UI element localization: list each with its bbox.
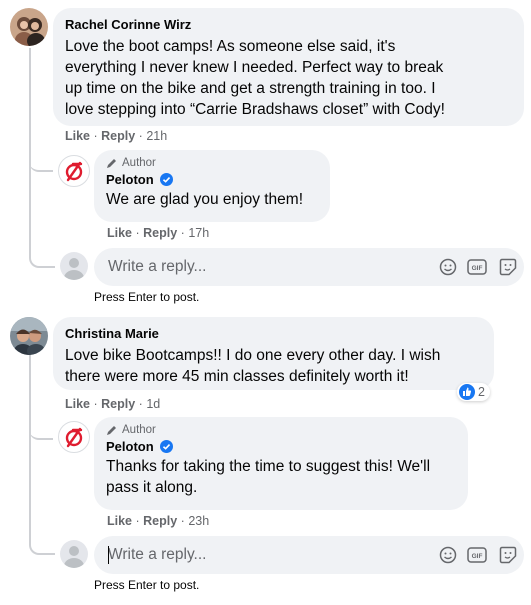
reaction-count[interactable]: 2 <box>457 383 490 401</box>
reply-button[interactable]: Reply <box>143 514 177 528</box>
comment-text: Love the boot camps! As someone else sai… <box>65 38 445 118</box>
svg-text:GIF: GIF <box>472 265 483 272</box>
press-enter-hint: Press Enter to post. <box>94 578 200 592</box>
sticker-icon[interactable] <box>492 546 524 564</box>
user-avatar <box>60 252 88 280</box>
comment-author[interactable]: Christina Marie <box>65 326 482 342</box>
reply-button[interactable]: Reply <box>101 397 135 411</box>
thumbs-up-icon <box>459 384 475 400</box>
sticker-icon[interactable] <box>492 258 524 276</box>
comment-bubble: Rachel Corinne Wirz Love the boot camps!… <box>53 8 524 126</box>
reply-bubble: Author Peloton We are glad you enjoy the… <box>94 150 330 222</box>
reply-input[interactable]: Write a reply... <box>94 546 434 564</box>
comment-actions: Like · Reply · 21h <box>65 129 168 143</box>
thread-connector <box>29 150 53 172</box>
emoji-icon[interactable] <box>434 546 462 564</box>
verified-icon <box>160 440 174 453</box>
peloton-logo-icon <box>65 427 83 448</box>
reply-actions: Like · Reply · 17h <box>107 226 210 240</box>
peloton-avatar[interactable] <box>58 421 90 453</box>
pencil-icon <box>107 426 116 435</box>
author-badge: Author <box>106 424 456 436</box>
pencil-icon <box>107 159 116 168</box>
avatar[interactable] <box>10 317 48 355</box>
press-enter-hint: Press Enter to post. <box>94 290 200 304</box>
timestamp[interactable]: 23h <box>188 514 209 528</box>
reply-bubble: Author Peloton Thanks for taking the tim… <box>94 417 468 510</box>
comment-bubble: Christina Marie Love bike Bootcamps!! I … <box>53 317 494 390</box>
reply-author[interactable]: Peloton <box>106 172 154 187</box>
peloton-logo-icon <box>65 161 83 182</box>
svg-text:GIF: GIF <box>472 553 483 560</box>
author-badge: Author <box>106 157 318 169</box>
timestamp[interactable]: 1d <box>146 397 160 411</box>
avatar[interactable] <box>10 8 48 46</box>
reply-actions: Like · Reply · 23h <box>107 514 210 528</box>
like-button[interactable]: Like <box>65 397 90 411</box>
reply-button[interactable]: Reply <box>101 129 135 143</box>
emoji-icon[interactable] <box>434 258 462 276</box>
thread-connector <box>29 420 53 440</box>
reply-input-box[interactable]: Write a reply... GIF <box>94 536 524 574</box>
thread-connector <box>29 535 55 555</box>
gif-icon[interactable]: GIF <box>462 547 492 563</box>
comment-actions: Like · Reply · 1d <box>65 397 161 411</box>
reply-text: Thanks for taking the time to suggest th… <box>106 458 431 496</box>
thread-line <box>29 355 31 540</box>
reply-input[interactable]: Write a reply... <box>94 258 434 276</box>
timestamp[interactable]: 17h <box>188 226 209 240</box>
comment-author[interactable]: Rachel Corinne Wirz <box>65 17 512 33</box>
thread-connector <box>29 248 55 268</box>
peloton-avatar[interactable] <box>58 155 90 187</box>
comment-text: Love bike Bootcamps!! I do one every oth… <box>65 347 441 385</box>
gif-icon[interactable]: GIF <box>462 259 492 275</box>
user-avatar <box>60 540 88 568</box>
like-button[interactable]: Like <box>65 129 90 143</box>
reply-button[interactable]: Reply <box>143 226 177 240</box>
reply-input-box[interactable]: Write a reply... GIF <box>94 248 524 286</box>
reply-author[interactable]: Peloton <box>106 439 154 454</box>
reply-text: We are glad you enjoy them! <box>106 191 304 208</box>
verified-icon <box>160 173 174 186</box>
like-button[interactable]: Like <box>107 226 132 240</box>
text-cursor <box>108 546 109 564</box>
timestamp[interactable]: 21h <box>146 129 167 143</box>
like-button[interactable]: Like <box>107 514 132 528</box>
